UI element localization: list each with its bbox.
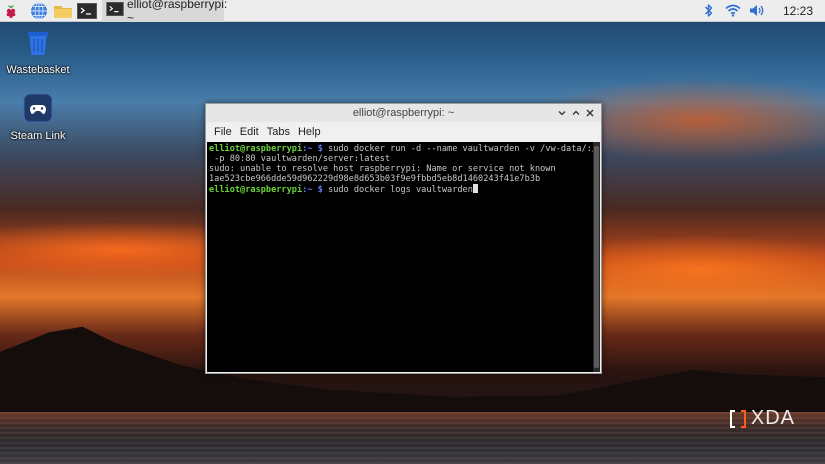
text-cursor <box>472 184 478 193</box>
desktop-icon-label: Wastebasket <box>6 64 70 76</box>
menu-edit[interactable]: Edit <box>236 126 263 138</box>
watermark-text: XDA <box>750 407 795 429</box>
prompt-user: elliot@raspberrypi <box>209 185 303 195</box>
scrollbar-thumb[interactable] <box>594 146 599 368</box>
prompt-path: :~ $ <box>302 185 329 195</box>
window-titlebar[interactable]: elliot@raspberrypi: ~ <box>206 104 601 122</box>
file-manager-icon[interactable] <box>52 0 74 22</box>
minimize-chevron-icon[interactable] <box>555 104 569 122</box>
terminal-line: sudo: unable to resolve host raspberrypi… <box>209 164 556 174</box>
prompt-user: elliot@raspberrypi <box>209 144 303 154</box>
terminal-line: 1ae523cbe966dde59d962229d98e8d653b03f9e9… <box>209 174 541 184</box>
web-browser-icon[interactable] <box>28 0 50 22</box>
command-text: sudo docker run -d --name vaultwarden -v… <box>328 144 593 154</box>
steam-link-icon <box>23 93 53 127</box>
terminal-line: elliot@raspberrypi:~ $ sudo docker logs … <box>209 184 591 195</box>
menu-file[interactable]: File <box>210 126 236 138</box>
close-icon[interactable] <box>583 104 597 122</box>
volume-icon[interactable] <box>745 0 769 22</box>
raspberry-menu-icon[interactable] <box>0 0 22 22</box>
maximize-chevron-icon[interactable] <box>569 104 583 122</box>
terminal-body[interactable]: elliot@raspberrypi:~ $ sudo docker run -… <box>207 142 600 372</box>
menu-bar: File Edit Tabs Help <box>206 122 601 141</box>
desktop-icon-label: Steam Link <box>10 130 66 142</box>
taskbar: elliot@raspberrypi: ~ 12:23 <box>0 0 825 25</box>
prompt-path: :~ $ <box>302 144 329 154</box>
terminal-icon[interactable] <box>76 0 98 22</box>
window-title: elliot@raspberrypi: ~ <box>352 107 455 119</box>
window-controls <box>555 104 597 122</box>
desktop-icon-wastebasket[interactable]: Wastebasket <box>3 29 73 76</box>
terminal-line: elliot@raspberrypi:~ $ sudo docker run -… <box>209 144 593 154</box>
wallpaper-water <box>0 412 825 464</box>
terminal-icon <box>106 2 124 19</box>
xda-logo-icon <box>729 409 746 428</box>
terminal-window[interactable]: elliot@raspberrypi: ~ File Edit Tabs Hel… <box>205 103 602 374</box>
wastebasket-icon <box>24 29 52 61</box>
wifi-icon[interactable] <box>721 0 745 22</box>
taskbar-task-terminal[interactable]: elliot@raspberrypi: ~ <box>102 0 228 25</box>
clock[interactable]: 12:23 <box>769 4 825 18</box>
system-tray: 12:23 <box>697 0 825 22</box>
menu-tabs[interactable]: Tabs <box>263 126 294 138</box>
menu-help[interactable]: Help <box>294 126 325 138</box>
taskbar-task-label: elliot@raspberrypi: ~ <box>127 0 228 25</box>
xda-watermark: XDA <box>729 407 795 430</box>
desktop-icon-steam-link[interactable]: Steam Link <box>3 93 73 142</box>
bluetooth-icon[interactable] <box>697 0 721 22</box>
terminal-scrollbar[interactable] <box>593 142 600 372</box>
command-text: sudo docker logs vaultwarden <box>328 185 473 195</box>
terminal-line: -p 80:80 vaultwarden/server:latest <box>209 154 391 164</box>
terminal-output[interactable]: elliot@raspberrypi:~ $ sudo docker run -… <box>207 142 593 372</box>
